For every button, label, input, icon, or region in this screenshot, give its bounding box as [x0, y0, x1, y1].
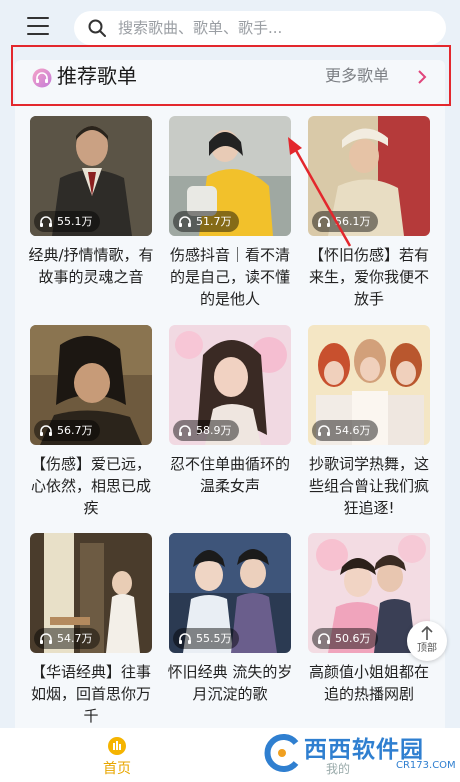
- playlist-title[interactable]: 忍不住单曲循环的温柔女声: [167, 453, 293, 497]
- play-count-badge: 51.7万: [173, 211, 239, 232]
- headphones-icon: [40, 425, 52, 436]
- playlist-title[interactable]: 经典/抒情情歌，有故事的灵魂之音: [28, 244, 154, 288]
- play-count-badge: 54.6万: [312, 420, 378, 441]
- search-placeholder[interactable]: 搜索歌曲、歌单、歌手...: [118, 19, 282, 37]
- playlist-cover[interactable]: 51.7万: [169, 116, 291, 236]
- play-count: 56.1万: [335, 215, 371, 228]
- play-count: 55.1万: [57, 215, 93, 228]
- playlist-title[interactable]: 【华语经典】往事如烟，回首思你万千: [28, 661, 154, 727]
- arrow-up-icon: [421, 625, 433, 640]
- headphones-icon: [318, 633, 330, 644]
- headphones-icon: [318, 425, 330, 436]
- play-count: 56.7万: [57, 424, 93, 437]
- top-bar: 搜索歌曲、歌单、歌手...: [0, 0, 460, 50]
- back-to-top-label: 顶部: [417, 643, 437, 654]
- headphones-icon: [179, 633, 191, 644]
- chevron-right-icon[interactable]: [416, 69, 428, 85]
- play-count-badge: 55.5万: [173, 628, 239, 649]
- more-playlists-link[interactable]: 更多歌单: [325, 64, 389, 88]
- play-count: 50.6万: [335, 632, 371, 645]
- menu-icon[interactable]: [27, 17, 49, 35]
- play-count: 58.9万: [196, 424, 232, 437]
- search-icon: [88, 19, 106, 37]
- watermark-url: CR173.COM: [396, 760, 456, 771]
- watermark-logo: 西西软件园 CR173.COM: [262, 731, 456, 773]
- search-bar[interactable]: 搜索歌曲、歌单、歌手...: [74, 11, 446, 45]
- play-count-badge: 56.7万: [34, 420, 100, 441]
- playlist-title[interactable]: 高颜值小姐姐都在追的热播网剧: [306, 661, 432, 705]
- play-count: 51.7万: [196, 215, 232, 228]
- play-count-badge: 50.6万: [312, 628, 378, 649]
- playlist-title[interactable]: 【怀旧伤感】若有来生，爱你我便不放手: [306, 244, 432, 310]
- watermark-c-icon: [264, 734, 299, 772]
- back-to-top-button[interactable]: 顶部: [407, 621, 447, 661]
- headphones-icon: [179, 425, 191, 436]
- playlist-cover[interactable]: 55.1万: [30, 116, 152, 236]
- playlist-cover[interactable]: 56.1万: [308, 116, 430, 236]
- playlist-title[interactable]: 【伤感】爱已远，心依然，相思已成疾: [28, 453, 154, 519]
- playlist-cover[interactable]: 54.6万: [308, 325, 430, 445]
- playlist-cover[interactable]: 54.7万: [30, 533, 152, 653]
- playlist-title[interactable]: 抄歌词学热舞，这些组合曾让我们疯狂追逐!: [306, 453, 432, 519]
- headphones-icon: [179, 216, 191, 227]
- play-count: 55.5万: [196, 632, 232, 645]
- headphones-icon: [40, 633, 52, 644]
- play-count-badge: 56.1万: [312, 211, 378, 232]
- section-title: 推荐歌单: [57, 64, 137, 88]
- play-count-badge: 55.1万: [34, 211, 100, 232]
- play-count-badge: 58.9万: [173, 420, 239, 441]
- playlist-cover[interactable]: 56.7万: [30, 325, 152, 445]
- play-count-badge: 54.7万: [34, 628, 100, 649]
- play-count: 54.6万: [335, 424, 371, 437]
- playlist-title[interactable]: 怀旧经典 流失的岁月沉淀的歌: [167, 661, 293, 705]
- nav-home[interactable]: 首页: [92, 736, 142, 780]
- headphones-icon: [318, 216, 330, 227]
- nav-home-label: 首页: [103, 761, 131, 777]
- headphones-icon: [32, 68, 52, 88]
- playlist-title[interactable]: 伤感抖音｜看不清的是自己，读不懂的是他人: [167, 244, 293, 310]
- home-music-icon: [108, 737, 126, 755]
- playlist-cover[interactable]: 55.5万: [169, 533, 291, 653]
- headphones-icon: [40, 216, 52, 227]
- playlist-cover[interactable]: 58.9万: [169, 325, 291, 445]
- recommended-playlists-header: 推荐歌单 更多歌单: [11, 45, 451, 106]
- play-count: 54.7万: [57, 632, 93, 645]
